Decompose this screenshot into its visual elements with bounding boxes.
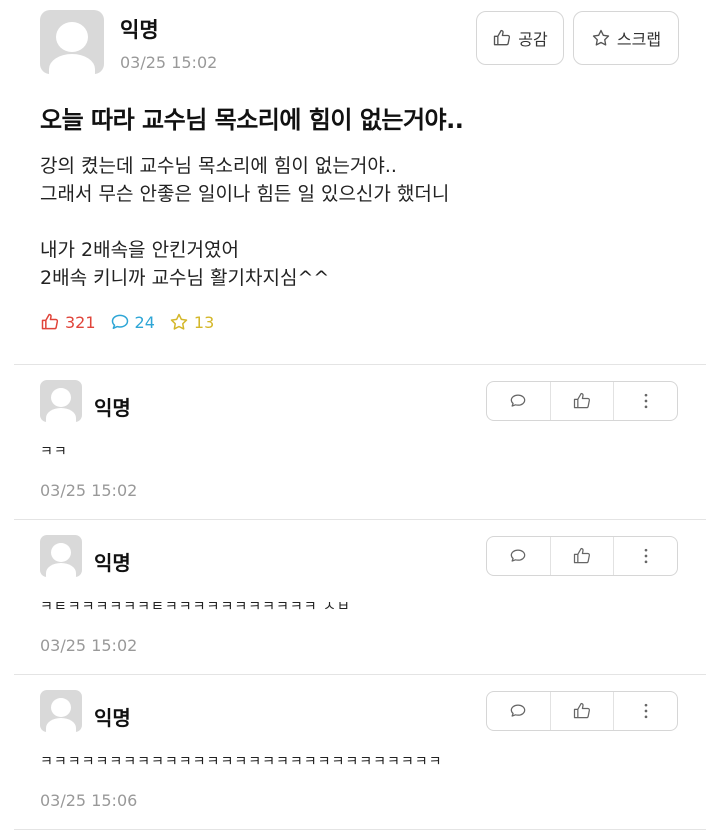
star-icon <box>592 29 610 46</box>
thumbs-up-icon <box>573 547 590 564</box>
comment-text: ㅋㅋㅋㅋㅋㅋㅋㅋㅋㅋㅋㅋㅋㅋㅋㅋㅋㅋㅋㅋㅋㅋㅋㅋㅋㅋㅋㅋㅋ <box>40 754 443 770</box>
post-title: 오늘 따라 교수님 목소리에 힘이 없는거야.. <box>40 106 464 134</box>
post: 익명 03/25 15:02 공감 스크랩 오늘 따라 교수님 목소리에 힘이 … <box>0 0 720 365</box>
reply-button[interactable] <box>487 382 550 420</box>
comment-count-value: 24 <box>134 312 155 332</box>
reply-button[interactable] <box>487 537 550 575</box>
comment-item: 익명 ㅋㅌㅋㅋㅋㅋㅋㅋㅌㅋㅋㅋㅋㅋㅋㅋㅋㅋㅋㅋ ㅅㅂ 03/25 15:02 <box>0 520 720 670</box>
speech-bubble-icon <box>511 704 526 717</box>
comment-like-button[interactable] <box>549 382 614 420</box>
thumbs-up-icon <box>494 29 511 46</box>
like-count: 321 <box>40 312 96 332</box>
comment-actions <box>486 691 678 731</box>
more-vertical-icon <box>644 393 648 409</box>
more-vertical-icon <box>644 548 648 564</box>
post-timestamp: 03/25 15:02 <box>120 53 218 72</box>
post-author: 익명 <box>120 18 159 42</box>
more-vertical-icon <box>644 703 648 719</box>
scrap-count: 13 <box>169 312 214 332</box>
comment-actions <box>486 381 678 421</box>
empathy-button[interactable]: 공감 <box>476 11 564 65</box>
comment-timestamp: 03/25 15:06 <box>40 791 138 810</box>
reply-button[interactable] <box>487 692 550 730</box>
comment-author: 익명 <box>94 551 131 575</box>
comment-avatar <box>40 535 82 577</box>
comment-count: 24 <box>110 312 155 332</box>
comment-like-button[interactable] <box>549 692 614 730</box>
comment-author: 익명 <box>94 706 131 730</box>
comment-timestamp: 03/25 15:02 <box>40 636 138 655</box>
empathy-button-label: 공감 <box>518 30 548 49</box>
comment-item: 익명 ㅋㅋ 03/25 15:02 <box>0 365 720 515</box>
speech-bubble-icon <box>511 394 526 407</box>
more-options-button[interactable] <box>613 692 677 730</box>
scrap-count-value: 13 <box>193 312 215 332</box>
thumbs-up-icon <box>41 313 59 330</box>
thumbs-up-icon <box>573 392 590 409</box>
comment-timestamp: 03/25 15:02 <box>40 481 138 500</box>
scrap-button-label: 스크랩 <box>616 30 662 49</box>
post-body: 강의 켰는데 교수님 목소리에 힘이 없는거야.. 그래서 무슨 안좋은 일이나… <box>40 155 450 289</box>
thumbs-up-icon <box>573 702 590 719</box>
star-icon <box>170 313 188 330</box>
comment-author: 익명 <box>94 396 131 420</box>
comment-text: ㅋㅋ <box>40 444 68 460</box>
author-avatar <box>40 10 104 74</box>
post-stats: 321 24 13 <box>40 312 228 332</box>
speech-bubble-icon <box>511 549 526 562</box>
scrap-button[interactable]: 스크랩 <box>573 11 679 65</box>
comment-avatar <box>40 690 82 732</box>
speech-bubble-icon <box>111 314 128 329</box>
like-count-value: 321 <box>65 312 96 332</box>
more-options-button[interactable] <box>613 382 677 420</box>
comment-actions <box>486 536 678 576</box>
comment-item: 익명 ㅋㅋㅋㅋㅋㅋㅋㅋㅋㅋㅋㅋㅋㅋㅋㅋㅋㅋㅋㅋㅋㅋㅋㅋㅋㅋㅋㅋㅋ 03/25 1… <box>0 675 720 825</box>
more-options-button[interactable] <box>613 537 677 575</box>
comment-avatar <box>40 380 82 422</box>
comment-like-button[interactable] <box>549 537 614 575</box>
comment-text: ㅋㅌㅋㅋㅋㅋㅋㅋㅌㅋㅋㅋㅋㅋㅋㅋㅋㅋㅋㅋ ㅅㅂ <box>40 599 351 615</box>
